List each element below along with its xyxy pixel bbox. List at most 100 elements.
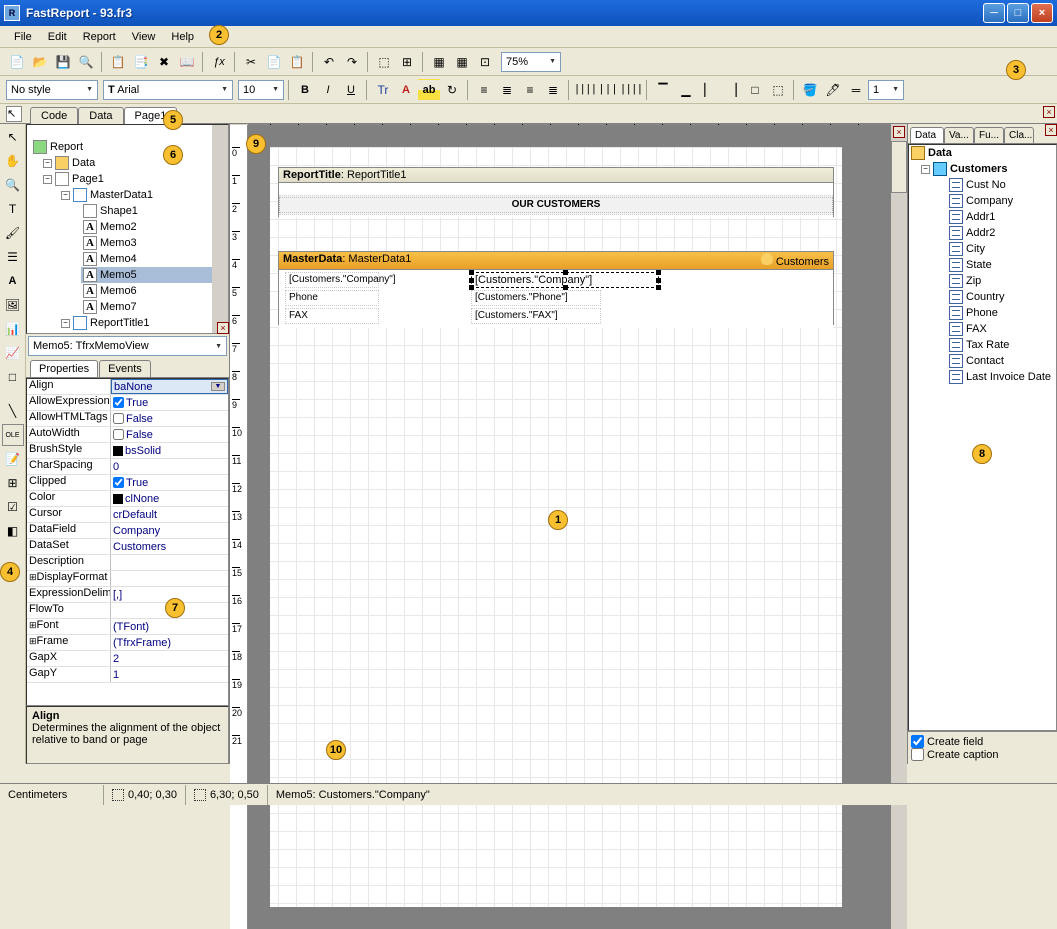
minimize-button[interactable]: ─ (983, 3, 1005, 23)
prop-flowto[interactable]: FlowTo (27, 603, 228, 619)
prop-frame[interactable]: ⊞Frame(TfrxFrame) (27, 635, 228, 651)
band-tool-icon[interactable]: ☰ (2, 246, 24, 268)
menu-file[interactable]: File (6, 29, 40, 45)
field-zip[interactable]: Zip (947, 273, 1056, 289)
data-tree[interactable]: Data −Customers Cust NoCompanyAddr1Addr2… (908, 144, 1057, 731)
field-company[interactable]: Company (947, 193, 1056, 209)
properties-grid[interactable]: AlignbaNone▼AllowExpressionsTrueAllowHTM… (26, 378, 229, 706)
underline-icon[interactable]: U (340, 79, 362, 101)
band-reporttitle[interactable]: ReportTitle: ReportTitle1 OUR CUSTOMERS (278, 167, 834, 217)
field-contact[interactable]: Contact (947, 353, 1056, 369)
obj-title-memo[interactable]: OUR CUSTOMERS (279, 197, 833, 213)
prop-cursor[interactable]: CursorcrDefault (27, 507, 228, 523)
rptab-classes[interactable]: Cla... (1004, 127, 1034, 143)
field-addr2[interactable]: Addr2 (947, 225, 1056, 241)
paste-icon[interactable]: 📋 (286, 51, 308, 73)
obj-memo-fax-field[interactable]: [Customers."FAX"] (471, 308, 601, 324)
ole-tool-icon[interactable]: OLE (2, 424, 24, 446)
tree-scrollbar[interactable] (212, 125, 228, 333)
prop-charspacing[interactable]: CharSpacing0 (27, 459, 228, 475)
chk-create-field[interactable]: Create field (911, 735, 1054, 748)
tree-data[interactable]: −Data (41, 155, 224, 171)
align-center-icon[interactable]: ≣ (496, 79, 518, 101)
menu-edit[interactable]: Edit (40, 29, 75, 45)
tab-events[interactable]: Events (99, 360, 151, 377)
bold-icon[interactable]: B (294, 79, 316, 101)
fontsize-combo[interactable]: 10▼ (238, 80, 284, 100)
snap-icon[interactable]: ▦ (451, 51, 473, 73)
open-icon[interactable]: 📂 (29, 51, 51, 73)
zoom-tool-icon[interactable]: 🔍 (2, 174, 24, 196)
align-left-icon[interactable]: ≡ (473, 79, 495, 101)
copy-icon[interactable]: 📄 (263, 51, 285, 73)
field-fax[interactable]: FAX (947, 321, 1056, 337)
fx-icon[interactable]: ƒx (208, 51, 230, 73)
prop-displayformat[interactable]: ⊞DisplayFormat (27, 571, 228, 587)
preview-icon[interactable]: 🔍 (75, 51, 97, 73)
tree-memo3[interactable]: AMemo3 (81, 235, 224, 251)
chk-create-caption[interactable]: Create caption (911, 748, 1054, 761)
tree-masterdata[interactable]: −MasterData1 (59, 187, 224, 203)
prop-align[interactable]: AlignbaNone▼ (27, 379, 228, 395)
subreport-tool-icon[interactable]: 📊 (2, 318, 24, 340)
grid-icon[interactable]: ▦ (428, 51, 450, 73)
shape-tool-icon[interactable]: □ (2, 366, 24, 388)
prop-autowidth[interactable]: AutoWidthFalse (27, 427, 228, 443)
menu-help[interactable]: Help (163, 29, 202, 45)
field-tax-rate[interactable]: Tax Rate (947, 337, 1056, 353)
report-tree[interactable]: × Report −Data −Page1 −MasterData1 Shape… (26, 124, 229, 334)
italic-icon[interactable]: I (317, 79, 339, 101)
menu-view[interactable]: View (124, 29, 164, 45)
hand-tool-icon[interactable]: ✋ (2, 150, 24, 172)
prop-color[interactable]: ColorclNone (27, 491, 228, 507)
line-width-combo[interactable]: 1▼ (868, 80, 904, 100)
prop-dataset[interactable]: DataSetCustomers (27, 539, 228, 555)
field-addr1[interactable]: Addr1 (947, 209, 1056, 225)
frame-top-icon[interactable]: ▔ (652, 79, 674, 101)
band-masterdata[interactable]: MasterData: MasterData1 Customers [Custo… (278, 251, 834, 325)
checkbox-tool-icon[interactable]: ☑ (2, 496, 24, 518)
field-phone[interactable]: Phone (947, 305, 1056, 321)
rptab-variables[interactable]: Va... (944, 127, 974, 143)
new-icon[interactable]: 📄 (6, 51, 28, 73)
tree-memo7[interactable]: AMemo7 (81, 299, 224, 315)
rich-tool-icon[interactable]: 📝 (2, 448, 24, 470)
prop-font[interactable]: ⊞Font(TFont) (27, 619, 228, 635)
obj-memo-phone-field[interactable]: [Customers."Phone"] (471, 290, 601, 306)
prop-datafield[interactable]: DataFieldCompany (27, 523, 228, 539)
picture-tool-icon[interactable]: 🖼 (2, 294, 24, 316)
titlebar[interactable]: R FastReport - 93.fr3 ─ □ × (0, 0, 1057, 26)
page-icon[interactable]: 📋 (107, 51, 129, 73)
tab-properties[interactable]: Properties (30, 360, 98, 377)
tree-reporttitle[interactable]: −ReportTitle1 (59, 315, 224, 331)
fill-icon[interactable]: 🪣 (799, 79, 821, 101)
prop-expressiondelimiters[interactable]: ExpressionDelimiters[,] (27, 587, 228, 603)
tree-shape1[interactable]: Shape1 (81, 203, 224, 219)
design-scrollbar[interactable] (891, 125, 907, 929)
frame-none-icon[interactable]: ⬚ (767, 79, 789, 101)
cut-icon[interactable]: ✂ (240, 51, 262, 73)
prop-brushstyle[interactable]: BrushStylebsSolid (27, 443, 228, 459)
field-city[interactable]: City (947, 241, 1056, 257)
maximize-button[interactable]: □ (1007, 3, 1029, 23)
handle-w[interactable] (469, 278, 474, 283)
handle-nw[interactable] (469, 270, 474, 275)
tab-data[interactable]: Data (78, 107, 123, 124)
frame-left-icon[interactable]: ▏ (698, 79, 720, 101)
align-justify-icon[interactable]: ≣ (542, 79, 564, 101)
field-country[interactable]: Country (947, 289, 1056, 305)
select-tool-icon[interactable]: ↖ (2, 126, 24, 148)
redo-icon[interactable]: ↷ (341, 51, 363, 73)
fit-icon[interactable]: ⊡ (474, 51, 496, 73)
obj-memo-phone-label[interactable]: Phone (285, 290, 379, 306)
handle-ne[interactable] (656, 270, 661, 275)
close-button[interactable]: × (1031, 3, 1053, 23)
obj-memo-company-field[interactable]: [Customers."Company"] (471, 272, 659, 288)
prop-clipped[interactable]: ClippedTrue (27, 475, 228, 491)
line-tool-icon[interactable]: ╲ (2, 400, 24, 422)
tree-page[interactable]: −Page1 (41, 171, 224, 187)
handle-e[interactable] (656, 278, 661, 283)
menu-report[interactable]: Report (75, 29, 124, 45)
prop-allowexpressions[interactable]: AllowExpressionsTrue (27, 395, 228, 411)
page2-icon[interactable]: 📑 (130, 51, 152, 73)
